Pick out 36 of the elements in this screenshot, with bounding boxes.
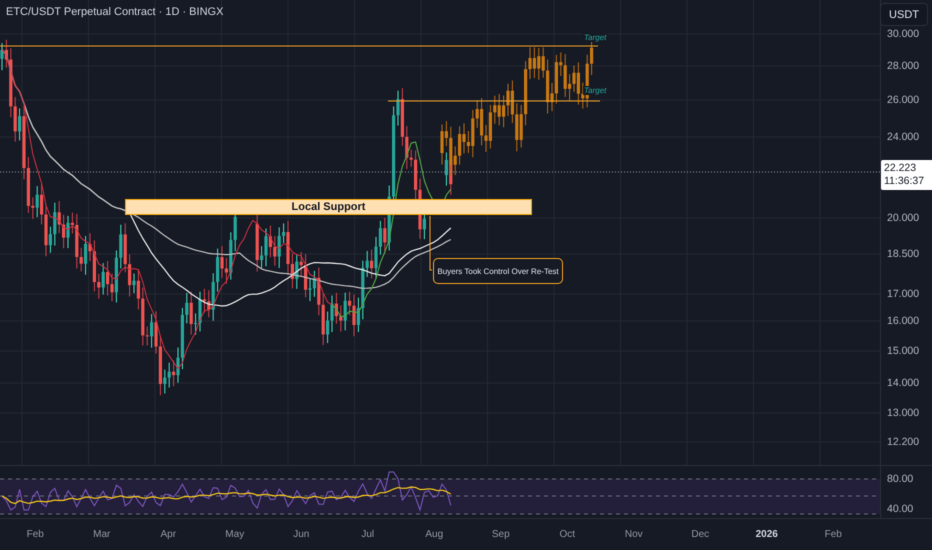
month-label: Mar [93, 529, 110, 540]
target-label: Target [583, 33, 608, 42]
rsi-label: 80.00 [887, 473, 914, 485]
callout-note: Buyers Took Control Over Re-Test [433, 258, 563, 284]
month-label: Apr [160, 529, 176, 540]
price-label: 20.000 [887, 212, 920, 224]
month-label: Jun [293, 529, 310, 540]
leader-line [430, 216, 432, 270]
price-label: 12.200 [887, 436, 920, 448]
price-label: 28.000 [887, 60, 920, 72]
price-label: 18.500 [887, 248, 920, 260]
price-label: 16.000 [887, 315, 920, 327]
last-price: 22.223 [884, 162, 918, 175]
month-label: Oct [559, 529, 576, 540]
month-label: Feb [824, 529, 842, 540]
month-label: 2026 [756, 529, 778, 540]
month-label: May [225, 529, 244, 540]
price-label: 30.000 [887, 28, 920, 40]
month-label: Jul [361, 529, 374, 540]
price-label: 17.000 [887, 288, 920, 300]
price-label: 14.000 [887, 377, 920, 389]
price-label: 26.000 [887, 94, 920, 106]
currency-button[interactable]: USDT [880, 3, 928, 26]
rsi-label: 40.00 [887, 503, 914, 515]
support-zone: Local Support [125, 199, 532, 215]
price-label: 13.000 [887, 407, 920, 419]
chart-title: ETC/USDT Perpetual Contract · 1D · BINGX [6, 6, 224, 18]
price-label: 24.000 [887, 131, 920, 143]
countdown-timer: 11:36:37 [884, 175, 926, 188]
month-label: Nov [624, 529, 643, 540]
target-label: Target [583, 86, 608, 95]
month-label: Dec [691, 529, 710, 540]
price-label: 15.000 [887, 345, 920, 357]
month-label: Aug [425, 529, 444, 540]
month-label: Feb [26, 529, 44, 540]
month-label: Sep [492, 529, 510, 540]
